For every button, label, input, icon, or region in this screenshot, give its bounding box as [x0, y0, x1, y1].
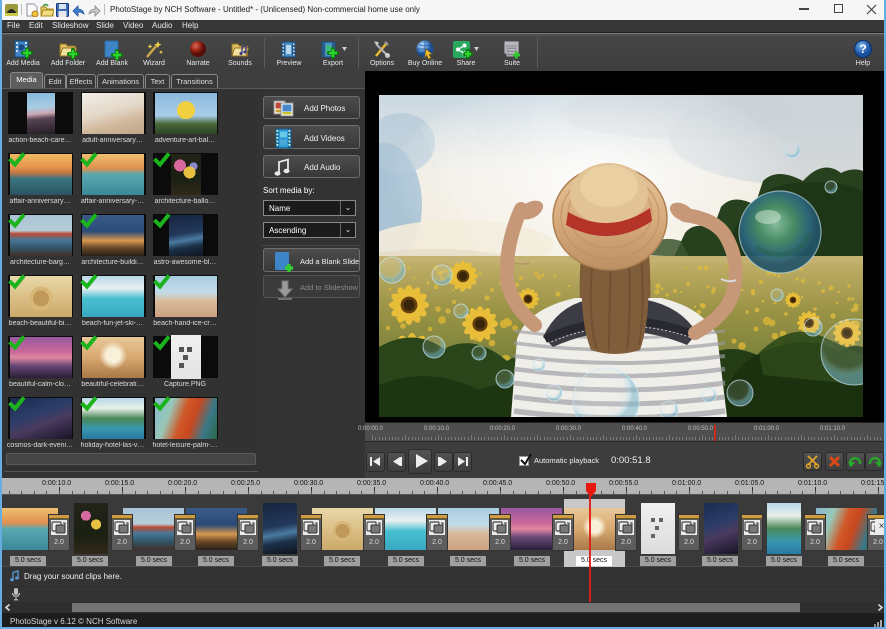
svg-text:?: ?	[859, 42, 866, 56]
